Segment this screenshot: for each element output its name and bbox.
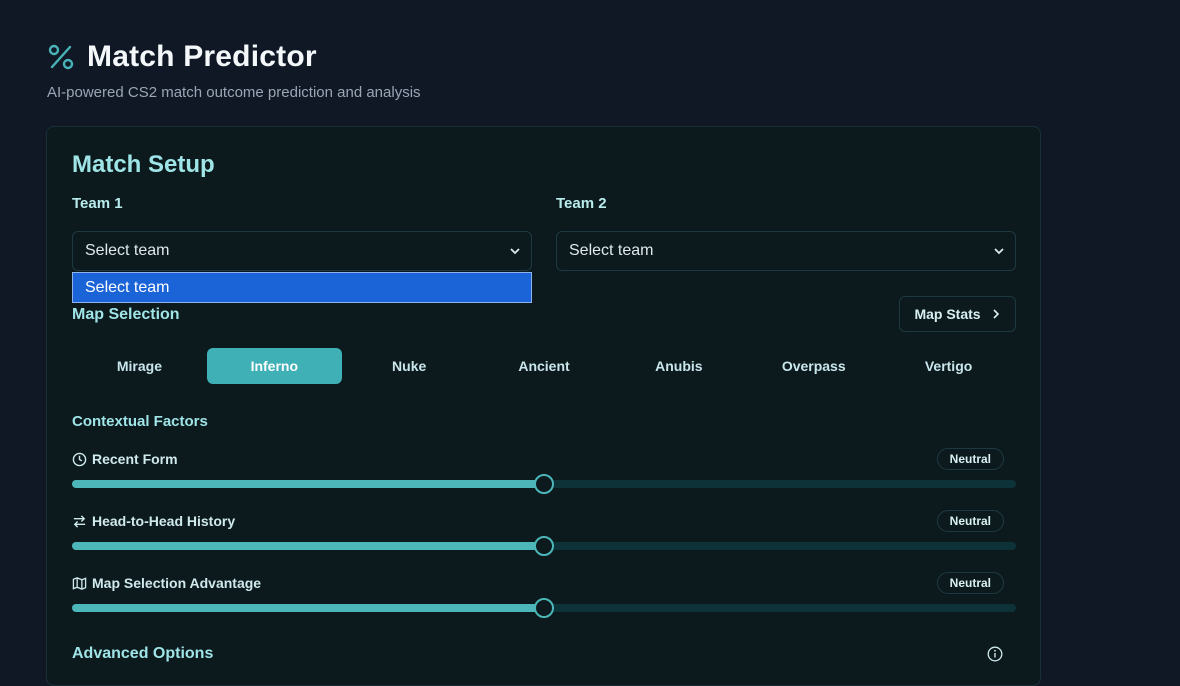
team1-select-value: Select team (85, 242, 170, 259)
percent-icon (48, 44, 74, 70)
slider-fill (72, 542, 544, 550)
slider-thumb[interactable] (534, 536, 554, 556)
status-badge: Neutral (936, 572, 1004, 594)
team1-select[interactable]: Select team (72, 231, 532, 271)
team2-label: Team 2 (556, 195, 607, 212)
map-selection-label: Map Selection (72, 306, 180, 323)
map-tabs: Mirage Inferno Nuke Ancient Anubis Overp… (72, 348, 1016, 384)
map-tab-nuke[interactable]: Nuke (342, 348, 477, 384)
match-setup-card: Match Setup Team 1 Team 2 Select team Se… (46, 126, 1041, 686)
factor-label: Map Selection Advantage (92, 575, 262, 591)
map-stats-button[interactable]: Map Stats (899, 296, 1016, 332)
map-tab-anubis[interactable]: Anubis (611, 348, 746, 384)
swap-icon (73, 514, 86, 528)
clock-icon (72, 452, 87, 466)
slider-thumb[interactable] (534, 474, 554, 494)
chevron-right-icon (992, 309, 999, 319)
map-advantage-slider[interactable] (72, 598, 1016, 618)
slider-fill (72, 480, 544, 488)
chevron-down-icon (510, 248, 520, 255)
head-to-head-slider[interactable] (72, 536, 1016, 556)
factor-recent-form: Recent Form Neutral (72, 448, 1016, 494)
team2-select-value: Select team (569, 242, 654, 259)
team1-dropdown-option[interactable]: Select team (72, 272, 532, 303)
map-tab-mirage[interactable]: Mirage (72, 348, 207, 384)
recent-form-slider[interactable] (72, 474, 1016, 494)
page-subtitle: AI-powered CS2 match outcome prediction … (47, 84, 421, 101)
team2-select[interactable]: Select team (556, 231, 1016, 271)
map-tab-vertigo[interactable]: Vertigo (881, 348, 1016, 384)
team1-label: Team 1 (72, 195, 123, 212)
factor-head-to-head: Head-to-Head History Neutral (72, 510, 1016, 556)
status-badge: Neutral (936, 448, 1004, 470)
contextual-factors-label: Contextual Factors (72, 413, 208, 430)
chevron-down-icon (994, 248, 1004, 255)
map-stats-label: Map Stats (914, 306, 981, 322)
page-title: Match Predictor (87, 40, 317, 73)
page-header: Match Predictor AI-powered CS2 match out… (47, 40, 421, 101)
factor-label: Head-to-Head History (92, 513, 236, 529)
info-icon[interactable] (987, 646, 1003, 662)
map-tab-ancient[interactable]: Ancient (477, 348, 612, 384)
slider-fill (72, 604, 544, 612)
map-tab-overpass[interactable]: Overpass (746, 348, 881, 384)
factor-map-advantage: Map Selection Advantage Neutral (72, 572, 1016, 618)
map-icon (72, 576, 87, 590)
map-tab-inferno[interactable]: Inferno (206, 348, 342, 384)
card-title: Match Setup (72, 151, 215, 178)
status-badge: Neutral (936, 510, 1004, 532)
slider-thumb[interactable] (534, 598, 554, 618)
advanced-options-label[interactable]: Advanced Options (72, 645, 213, 663)
factor-label: Recent Form (92, 451, 178, 467)
